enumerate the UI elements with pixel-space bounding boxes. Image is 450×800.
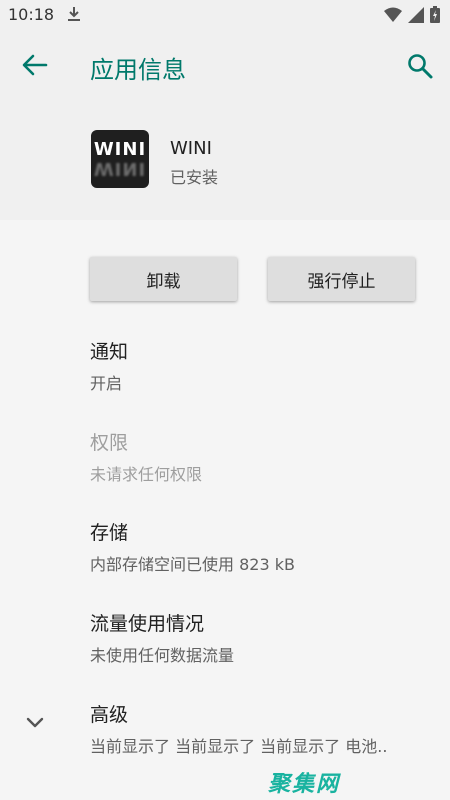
force-stop-button[interactable]: 强行停止	[268, 257, 415, 301]
item-subtitle: 开启	[90, 374, 123, 393]
settings-item-storage[interactable]: 存储 内部存储空间已使用 823 kB	[90, 518, 430, 575]
app-icon: WINI WINI	[91, 130, 149, 188]
search-icon[interactable]	[406, 52, 434, 80]
app-install-status: 已安装	[170, 168, 219, 187]
settings-item-permissions: 权限 未请求任何权限	[90, 428, 430, 485]
item-subtitle: 内部存储空间已使用 823 kB	[90, 555, 295, 574]
item-subtitle: 未请求任何权限	[90, 465, 203, 484]
app-icon-reflection: WINI	[93, 158, 147, 179]
item-title: 流量使用情况	[90, 613, 205, 635]
status-icons	[384, 6, 440, 23]
back-arrow-icon[interactable]	[20, 52, 50, 78]
download-icon	[68, 7, 80, 21]
app-icon-logo: WINI	[93, 139, 147, 160]
wifi-icon	[384, 7, 402, 22]
signal-icon	[408, 6, 424, 23]
status-time: 10:18	[8, 5, 55, 24]
page-title: 应用信息	[90, 56, 186, 84]
battery-icon	[430, 6, 440, 23]
app-header: WINI WINI WINI 已安装	[0, 100, 450, 220]
item-subtitle: 当前显示了 当前显示了 当前显示了 电池..	[90, 737, 388, 756]
item-title: 高级	[90, 704, 129, 726]
settings-item-data-usage[interactable]: 流量使用情况 未使用任何数据流量	[90, 609, 430, 666]
item-subtitle: 未使用任何数据流量	[90, 646, 235, 665]
item-title: 权限	[90, 432, 129, 454]
app-bar: 应用信息	[0, 30, 450, 100]
watermark-logo: 聚集网	[268, 772, 341, 797]
app-name: WINI	[170, 138, 212, 159]
status-bar: 10:18	[0, 0, 450, 30]
settings-item-notifications[interactable]: 通知 开启	[90, 337, 430, 394]
item-title: 通知	[90, 341, 129, 363]
uninstall-button[interactable]: 卸载	[90, 257, 237, 301]
chevron-down-icon[interactable]	[24, 713, 46, 733]
item-title: 存储	[90, 522, 129, 544]
settings-item-advanced[interactable]: 高级 当前显示了 当前显示了 当前显示了 电池..	[90, 700, 430, 757]
